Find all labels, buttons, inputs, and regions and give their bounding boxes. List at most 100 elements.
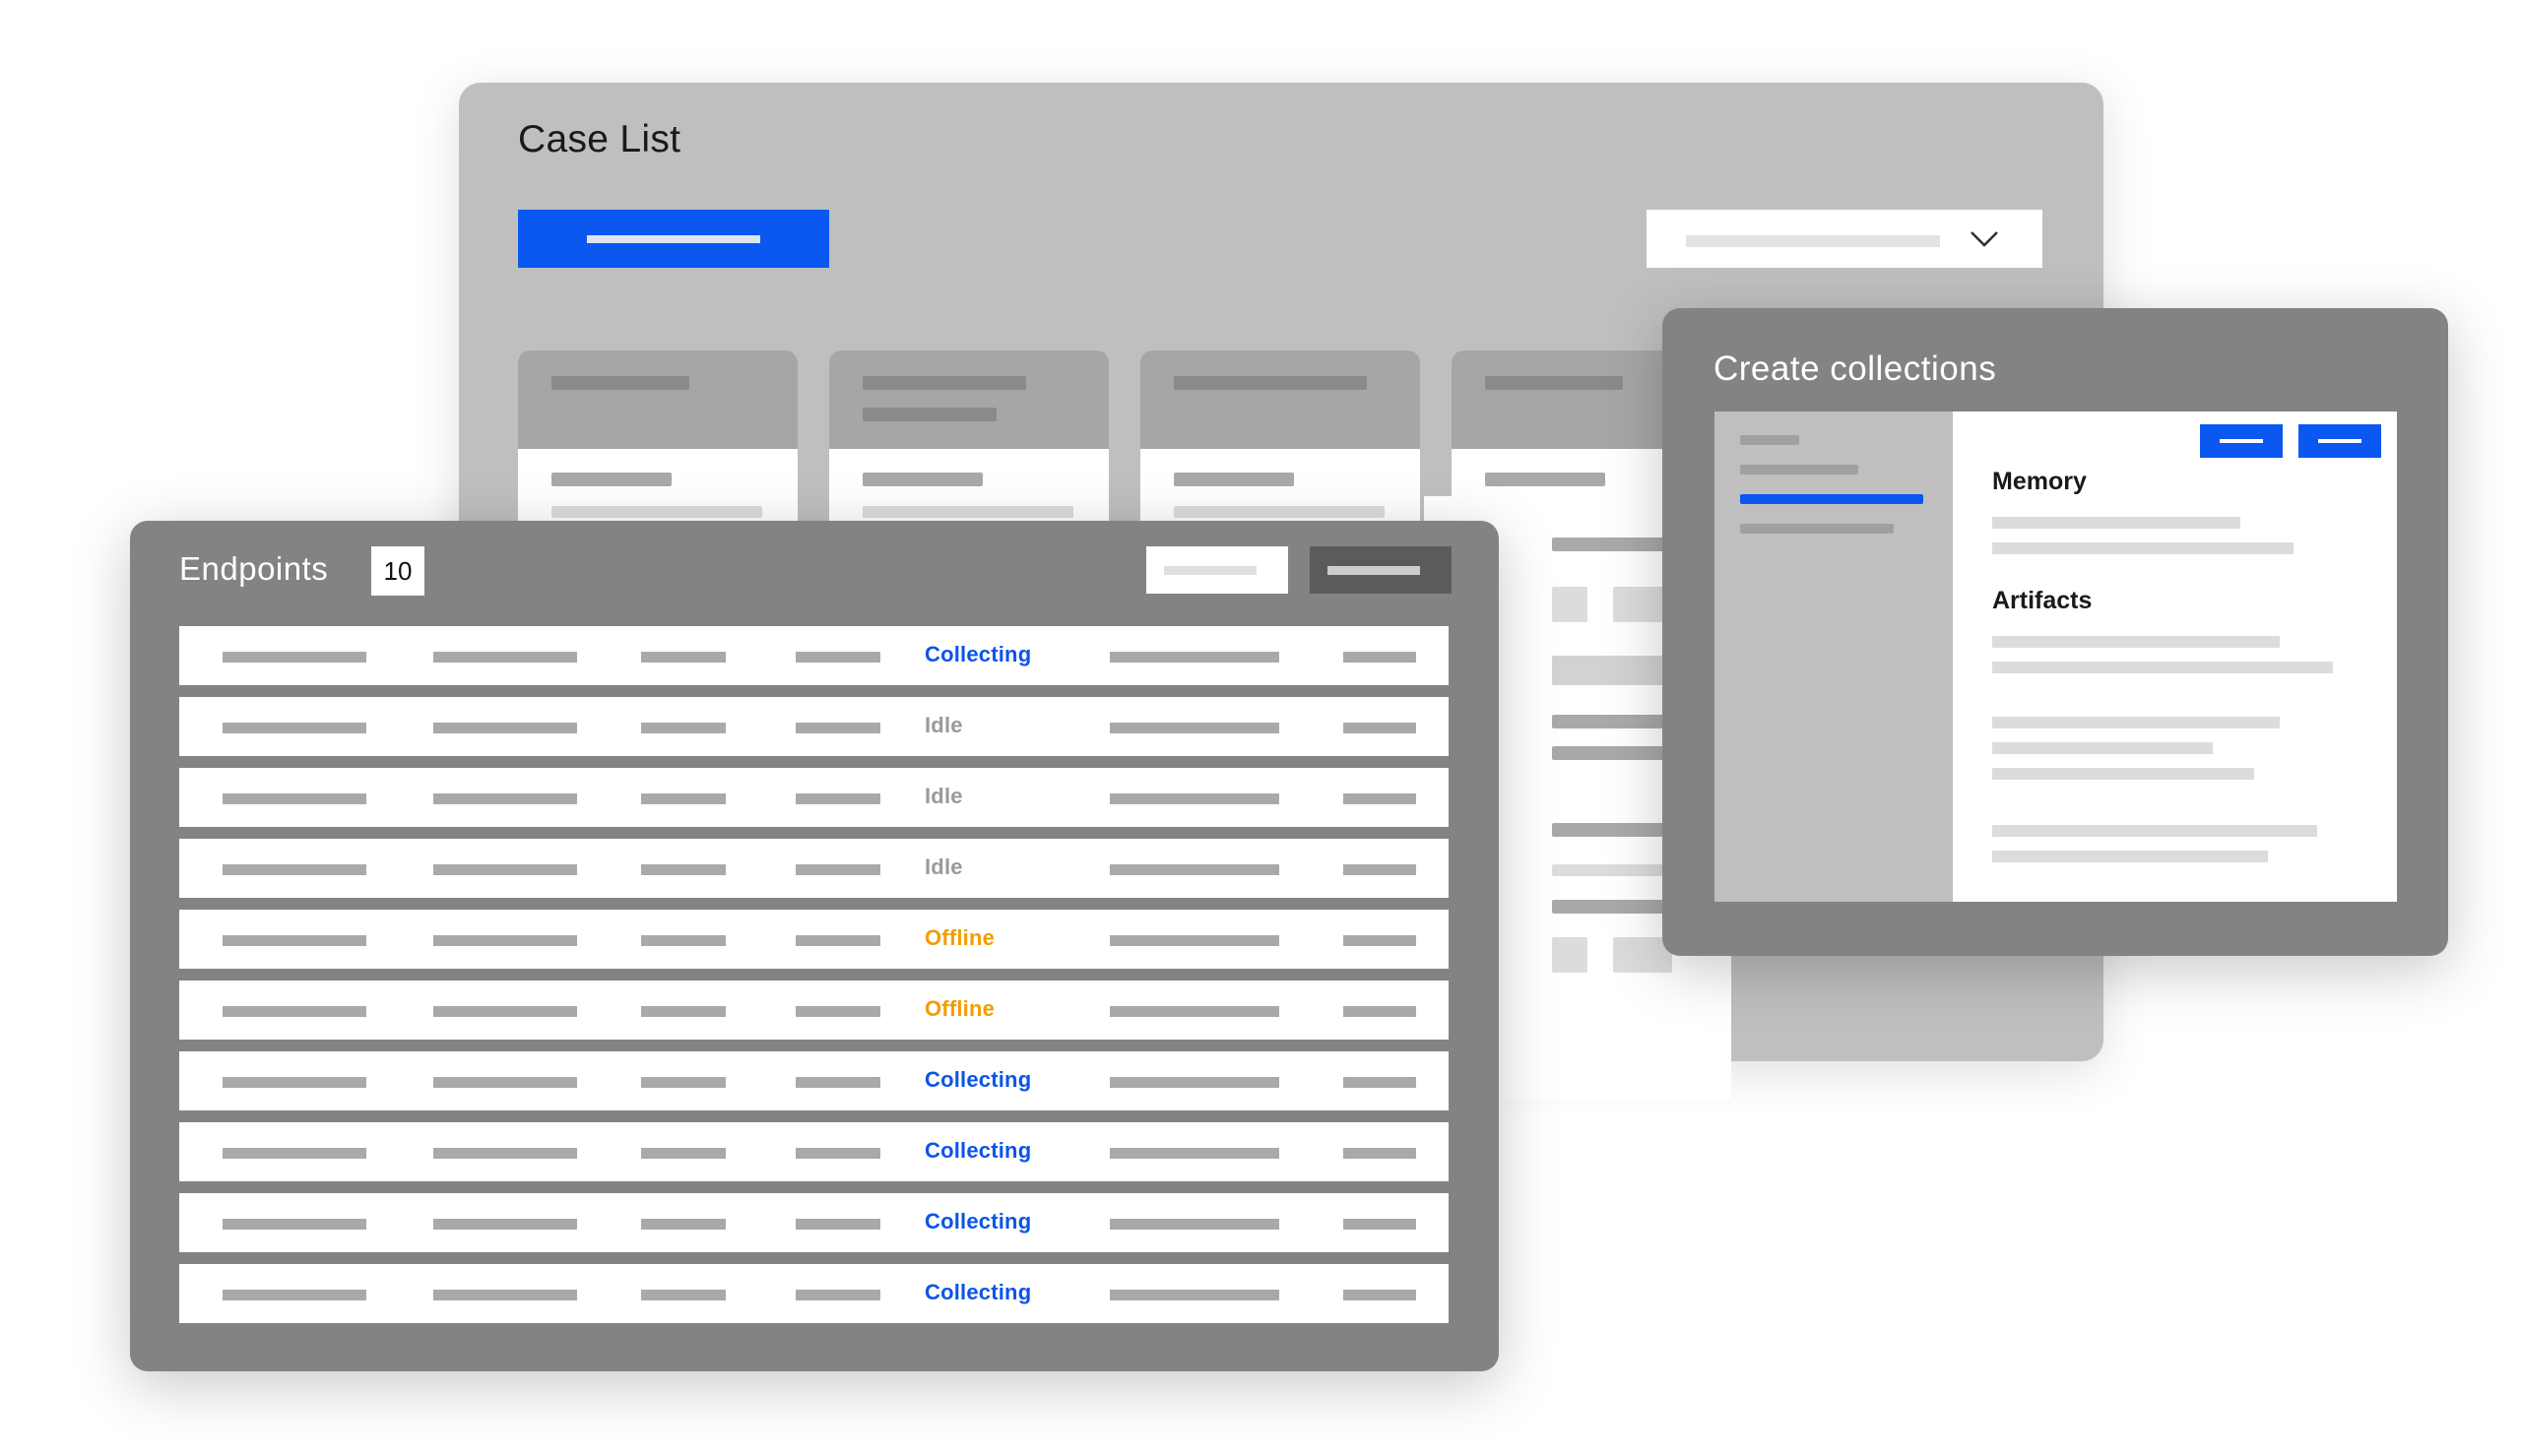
artifact-option-placeholder[interactable] xyxy=(1992,717,2280,728)
button-label-placeholder xyxy=(587,235,760,243)
sidebar-item-placeholder[interactable] xyxy=(1740,524,1894,534)
endpoints-title: Endpoints xyxy=(179,550,329,587)
endpoint-cell-placeholder xyxy=(1343,723,1416,733)
secondary-action-button[interactable] xyxy=(1146,546,1288,594)
endpoint-cell-placeholder xyxy=(796,1219,880,1230)
artifact-option-placeholder[interactable] xyxy=(1992,825,2317,837)
endpoint-status: Collecting xyxy=(925,642,1032,666)
endpoint-cell-placeholder xyxy=(223,1006,366,1017)
endpoints-window: Endpoints 10 Collecting Idle Idle Idle Offli… xyxy=(130,521,1499,1371)
button-label-placeholder xyxy=(2220,439,2263,443)
endpoints-count-badge: 10 xyxy=(371,546,424,596)
endpoint-cell-placeholder xyxy=(641,1290,726,1300)
endpoint-cell-placeholder xyxy=(641,1006,726,1017)
case-card-title-placeholder xyxy=(1485,376,1623,390)
detail-text-placeholder xyxy=(1552,538,1672,551)
endpoint-cell-placeholder xyxy=(433,793,577,804)
case-card-title-placeholder xyxy=(863,376,1026,390)
case-card-title-placeholder xyxy=(863,408,997,421)
endpoint-cell-placeholder xyxy=(1110,793,1279,804)
endpoint-status: Idle xyxy=(925,784,963,808)
case-card-text-placeholder xyxy=(551,473,672,486)
case-card-header xyxy=(1140,350,1420,449)
endpoint-row[interactable]: Idle xyxy=(179,768,1449,827)
endpoint-cell-placeholder xyxy=(1343,1006,1416,1017)
endpoint-cell-placeholder xyxy=(1110,723,1279,733)
endpoint-cell-placeholder xyxy=(1343,1219,1416,1230)
endpoint-cell-placeholder xyxy=(1110,1290,1279,1300)
endpoint-status: Offline xyxy=(925,925,996,950)
section-title-artifacts: Artifacts xyxy=(1992,587,2093,614)
memory-option-placeholder[interactable] xyxy=(1992,517,2240,529)
case-card-title-placeholder xyxy=(551,376,689,390)
primary-action-button[interactable] xyxy=(518,210,829,268)
endpoint-cell-placeholder xyxy=(1343,935,1416,946)
endpoint-cell-placeholder xyxy=(223,1219,366,1230)
endpoint-status: Idle xyxy=(925,713,963,737)
endpoint-cell-placeholder xyxy=(433,1219,577,1230)
endpoint-row[interactable]: Collecting xyxy=(179,1122,1449,1181)
case-list-title: Case List xyxy=(518,118,681,160)
endpoint-cell-placeholder xyxy=(796,723,880,733)
artifact-option-placeholder[interactable] xyxy=(1992,662,2333,673)
endpoint-row[interactable]: Collecting xyxy=(179,1193,1449,1252)
case-card-text-placeholder xyxy=(1174,473,1294,486)
endpoint-row[interactable]: Offline xyxy=(179,981,1449,1040)
case-card-header xyxy=(518,350,798,449)
case-card-text-placeholder xyxy=(551,506,762,518)
endpoint-row[interactable]: Offline xyxy=(179,910,1449,969)
endpoint-cell-placeholder xyxy=(433,1077,577,1088)
endpoint-cell-placeholder xyxy=(796,652,880,663)
endpoint-row[interactable]: Collecting xyxy=(179,1264,1449,1323)
artifact-option-placeholder[interactable] xyxy=(1992,768,2254,780)
artifact-option-placeholder[interactable] xyxy=(1992,742,2213,754)
endpoint-cell-placeholder xyxy=(223,1290,366,1300)
case-card-text-placeholder xyxy=(863,506,1073,518)
endpoint-status: Offline xyxy=(925,996,996,1021)
dropdown-value-placeholder xyxy=(1686,235,1940,247)
endpoint-row[interactable]: Collecting xyxy=(179,1051,1449,1110)
collections-content: Memory Artifacts xyxy=(1953,411,2397,902)
endpoint-cell-placeholder xyxy=(1343,793,1416,804)
section-title-memory: Memory xyxy=(1992,468,2087,495)
endpoint-cell-placeholder xyxy=(1343,864,1416,875)
sidebar-item-placeholder[interactable] xyxy=(1740,465,1858,475)
case-card-text-placeholder xyxy=(863,473,983,486)
create-collections-window: Create collections Memory Artifacts xyxy=(1662,308,2448,956)
endpoint-row[interactable]: Idle xyxy=(179,839,1449,898)
sidebar-item-placeholder[interactable] xyxy=(1740,435,1799,445)
endpoint-cell-placeholder xyxy=(433,1290,577,1300)
endpoint-cell-placeholder xyxy=(1343,1148,1416,1159)
endpoint-cell-placeholder xyxy=(641,1219,726,1230)
case-filter-dropdown[interactable] xyxy=(1647,210,2042,268)
endpoint-cell-placeholder xyxy=(796,864,880,875)
case-card-header xyxy=(829,350,1109,449)
endpoint-cell-placeholder xyxy=(796,1290,880,1300)
endpoint-status: Collecting xyxy=(925,1209,1032,1234)
sidebar-item-active[interactable] xyxy=(1740,494,1923,504)
endpoint-status: Collecting xyxy=(925,1138,1032,1163)
endpoint-cell-placeholder xyxy=(223,864,366,875)
memory-option-placeholder[interactable] xyxy=(1992,542,2294,554)
endpoint-cell-placeholder xyxy=(641,793,726,804)
endpoint-cell-placeholder xyxy=(641,1077,726,1088)
endpoint-cell-placeholder xyxy=(796,1006,880,1017)
endpoint-cell-placeholder xyxy=(223,1077,366,1088)
artifact-option-placeholder[interactable] xyxy=(1992,851,2268,862)
endpoint-cell-placeholder xyxy=(1343,1077,1416,1088)
endpoint-cell-placeholder xyxy=(223,1148,366,1159)
collection-action-button[interactable] xyxy=(2200,424,2283,458)
endpoint-row[interactable]: Idle xyxy=(179,697,1449,756)
endpoint-row[interactable]: Collecting xyxy=(179,626,1449,685)
collection-action-button[interactable] xyxy=(2298,424,2381,458)
case-card-text-placeholder xyxy=(1485,473,1605,486)
collections-sidebar xyxy=(1714,411,1953,902)
endpoint-cell-placeholder xyxy=(641,723,726,733)
detail-chip-placeholder xyxy=(1552,937,1587,973)
endpoint-status: Collecting xyxy=(925,1280,1032,1304)
endpoint-cell-placeholder xyxy=(641,935,726,946)
artifact-option-placeholder[interactable] xyxy=(1992,636,2280,648)
endpoint-cell-placeholder xyxy=(796,1077,880,1088)
detail-text-placeholder xyxy=(1552,900,1672,914)
tertiary-action-button[interactable] xyxy=(1310,546,1452,594)
